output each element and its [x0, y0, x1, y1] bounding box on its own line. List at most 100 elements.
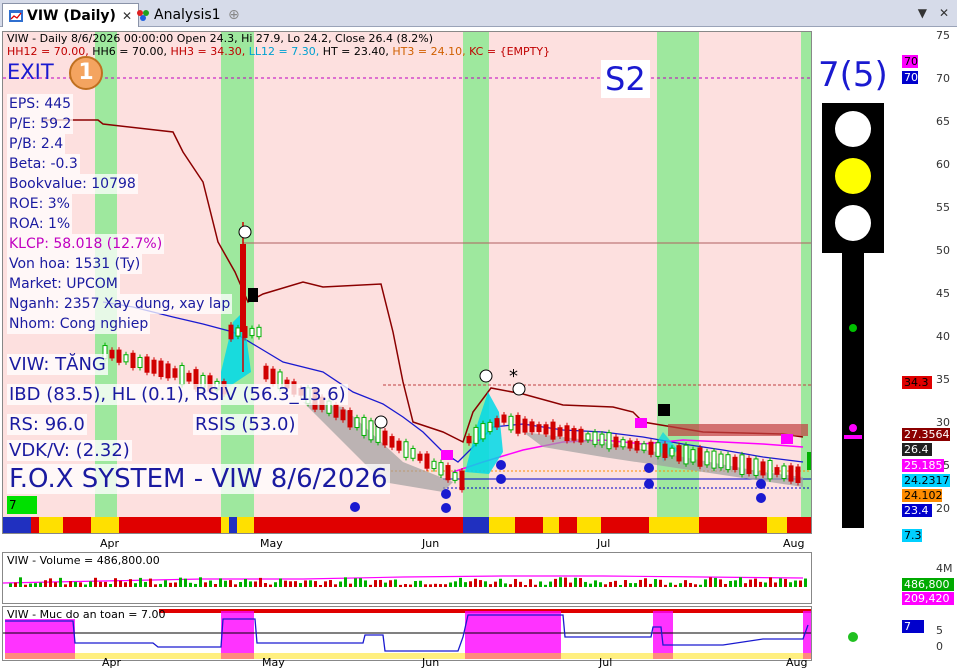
fundamental-item: ROA: 1% — [7, 214, 73, 234]
volume-bar — [419, 580, 422, 587]
candle-body — [403, 441, 409, 458]
corner-digit: 7 — [9, 498, 17, 512]
candle-body — [382, 430, 388, 446]
traffic-light-pole — [842, 253, 864, 528]
safety-zone — [465, 611, 561, 659]
volume-bar — [804, 578, 807, 587]
candle-body — [620, 439, 626, 448]
candle-body — [508, 415, 514, 431]
tab-label: Analysis1 — [154, 7, 221, 23]
candle-body — [564, 425, 570, 442]
candle-body — [634, 440, 640, 451]
candle-body — [256, 326, 262, 338]
volume-bar — [44, 580, 47, 587]
light-middle-icon — [835, 158, 871, 194]
volume-bar — [574, 577, 577, 587]
tab-analysis1[interactable]: Analysis1 — [130, 3, 227, 27]
safety-title: VIW - Muc do an toan = 7.00 — [7, 608, 166, 621]
tab-viw-daily[interactable]: VIW (Daily) ✕ — [2, 3, 140, 27]
candle-body — [515, 414, 521, 434]
volume-tick: 4M — [936, 562, 953, 575]
price-tick: 20 — [936, 502, 950, 515]
volume-bar — [584, 581, 587, 587]
volume-bar — [329, 580, 332, 587]
candle-body — [459, 470, 465, 491]
volume-bar — [49, 578, 52, 587]
volume-bar — [259, 577, 262, 587]
safety-axis[interactable]: 5 0 7 — [812, 606, 957, 666]
candle-body — [130, 352, 136, 369]
volume-bar — [489, 584, 492, 587]
volume-bar — [659, 579, 662, 587]
volume-bar — [539, 581, 542, 587]
zero-marker — [238, 225, 252, 239]
fundamental-item: EPS: 445 — [7, 94, 74, 114]
candle-body — [109, 349, 115, 359]
volume-bar — [309, 580, 312, 587]
volume-bar — [24, 584, 27, 587]
scroll-down-icon[interactable]: ▼ — [918, 6, 927, 20]
candle-body — [704, 451, 710, 466]
candle-body — [158, 360, 164, 378]
candle-body — [487, 421, 493, 433]
volume-bar — [589, 583, 592, 587]
volume-bar — [514, 578, 517, 587]
volume-bar — [644, 578, 647, 587]
star-marker: * — [509, 366, 518, 387]
light-top-icon — [835, 111, 871, 147]
info-marker — [496, 460, 506, 470]
fundamental-item: Market: UPCOM — [7, 274, 120, 294]
candle-body — [676, 445, 682, 462]
rsis-label: RSIS (53.0) — [193, 414, 298, 435]
volume-bar — [104, 581, 107, 587]
volume-axis[interactable]: 4M 2M 486,800 209,420 — [812, 552, 957, 605]
volume-bar — [564, 577, 567, 587]
candle-body — [529, 421, 535, 433]
candle-body — [711, 450, 717, 469]
new-tab-icon[interactable]: ⊕ — [222, 3, 246, 27]
volume-bar — [734, 580, 737, 587]
volume-bar — [414, 581, 417, 587]
safety-tick: 0 — [936, 640, 943, 653]
candle-body — [179, 365, 185, 386]
volume-bar — [579, 578, 582, 587]
candle-body — [599, 433, 605, 446]
candle-body — [445, 465, 451, 481]
price-tick: 65 — [936, 115, 950, 128]
volume-bar — [79, 582, 82, 587]
safety-pane[interactable]: VIW - Muc do an toan = 7.00 — [2, 606, 812, 661]
volume-bar — [409, 584, 412, 587]
signal-bar-segment — [767, 517, 787, 533]
analysis-icon — [136, 9, 150, 21]
volume-bar — [109, 583, 112, 587]
price-axis[interactable]: 7(5) 757065605550454035302520 707034.327… — [812, 27, 957, 542]
candle-body — [144, 356, 150, 373]
candle-body — [739, 454, 745, 475]
volume-bar — [679, 583, 682, 587]
volume-bar — [469, 581, 472, 587]
volume-bar — [254, 581, 257, 587]
close-window-icon[interactable]: ✕ — [939, 6, 949, 20]
volume-bar — [369, 584, 372, 587]
candle-body — [662, 443, 668, 458]
candle-body — [235, 327, 241, 337]
candle-body — [767, 460, 773, 480]
volume-bar — [664, 584, 667, 587]
candle-body — [389, 436, 395, 448]
signal-bar-segment — [3, 517, 31, 533]
price-pane[interactable]: * VIW - Daily 8/6/2026 00:00:00 Open 24.… — [2, 31, 812, 534]
volume-bar — [654, 579, 657, 587]
candle-body — [550, 421, 556, 440]
volume-bar — [209, 580, 212, 587]
price-tag: 27.3564 — [902, 428, 950, 441]
volume-bar — [239, 581, 242, 587]
volume-bar — [379, 579, 382, 587]
candle-body — [613, 436, 619, 448]
price-tag: 34.3 — [902, 376, 932, 389]
volume-pane[interactable]: VIW - Volume = 486,800.00 — [2, 552, 812, 604]
signal-bar-segment — [39, 517, 63, 533]
volume-bar — [324, 581, 327, 587]
level-item: HH6 = 70.00, — [92, 45, 171, 58]
vdk-label: VDK/V: (2.32) — [7, 440, 132, 461]
info-marker — [496, 474, 506, 484]
